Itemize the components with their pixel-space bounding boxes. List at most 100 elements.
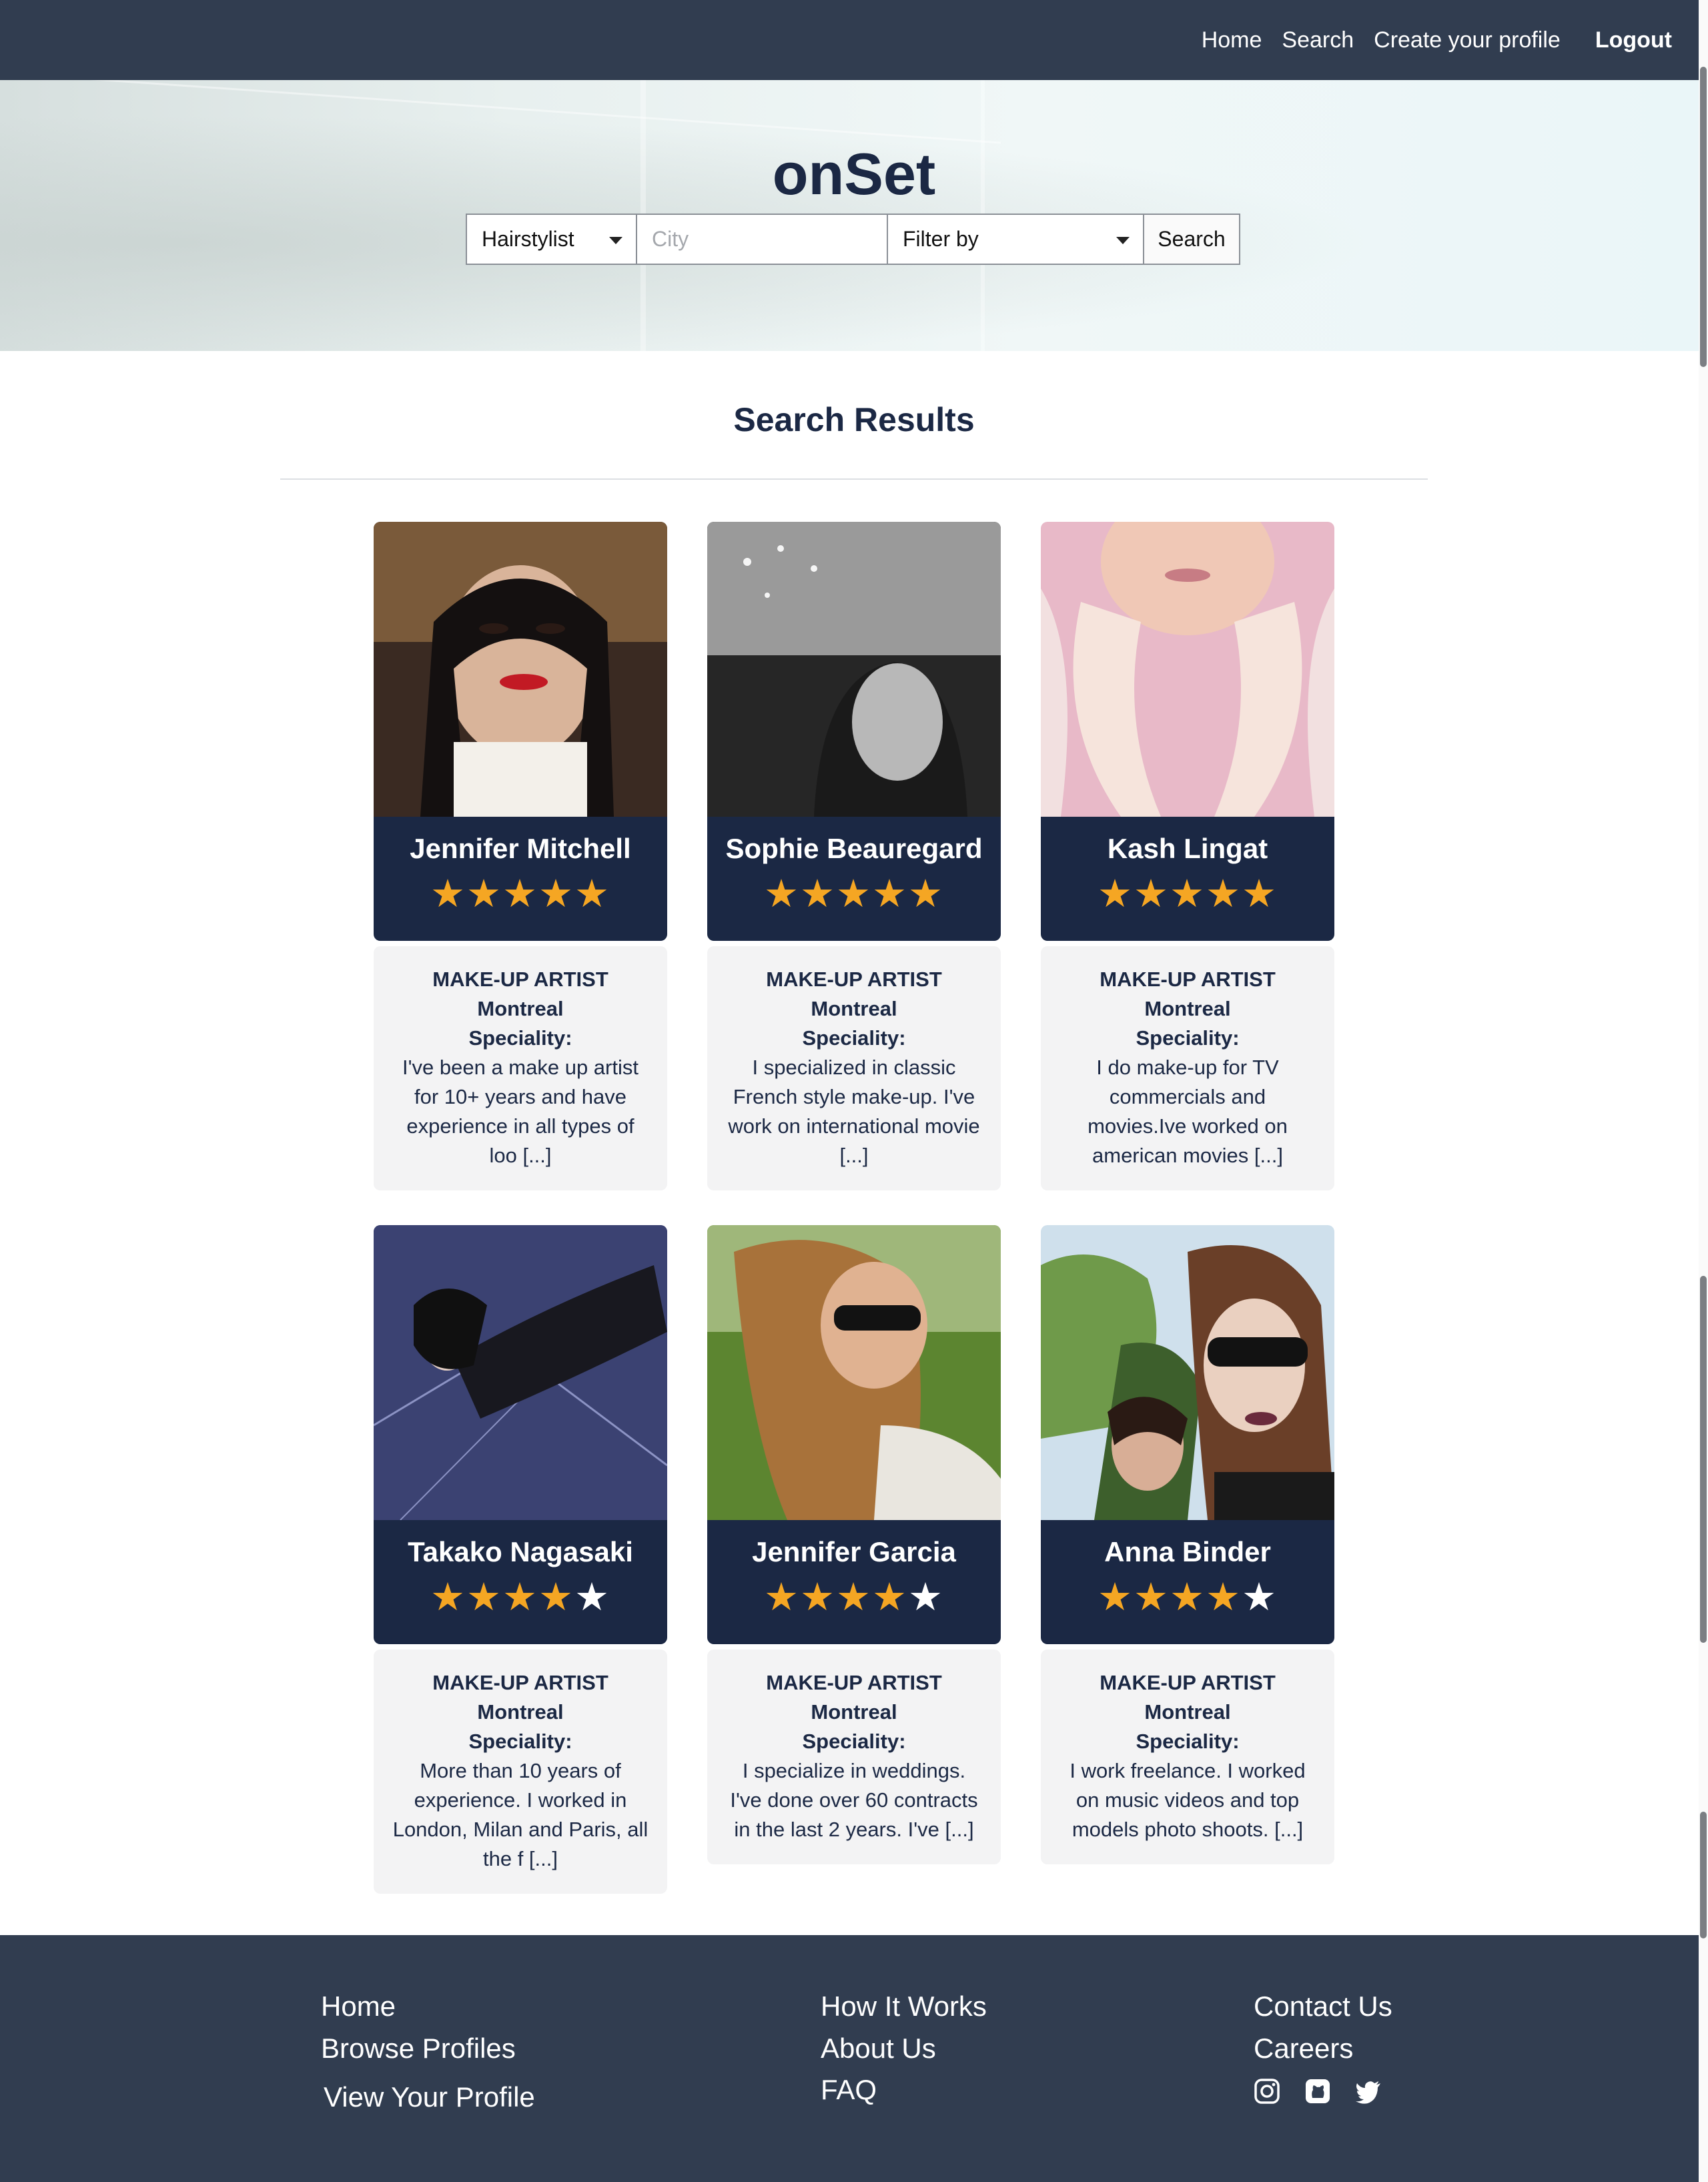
card-header: Sophie Beauregard ★★★★★	[707, 817, 1001, 941]
star-filled-icon: ★	[1170, 872, 1206, 916]
star-filled-icon: ★	[466, 1575, 502, 1619]
star-empty-icon: ★	[908, 1575, 944, 1619]
speciality-label: Speciality:	[802, 1730, 906, 1753]
star-rating: ★★★★★	[707, 1577, 1001, 1617]
caret-down-icon	[1116, 237, 1130, 244]
speciality-label: Speciality:	[468, 1730, 572, 1753]
scrollbar-thumb[interactable]	[1700, 1812, 1707, 1938]
footer-contact-link[interactable]: Contact Us	[1254, 1990, 1392, 2023]
instagram-icon[interactable]	[1254, 2078, 1280, 2105]
card-details: MAKE-UP ARTIST Montreal Speciality: I sp…	[707, 1650, 1001, 1864]
footer-how-it-works-link[interactable]: How It Works	[821, 1990, 987, 2023]
star-filled-icon: ★	[800, 1575, 836, 1619]
social-links	[1254, 2078, 1406, 2105]
star-filled-icon: ★	[908, 872, 944, 916]
card-header: Jennifer Garcia ★★★★★	[707, 1520, 1001, 1644]
profile-photo[interactable]	[374, 522, 667, 817]
footer-browse-profiles-link[interactable]: Browse Profiles	[321, 2033, 516, 2065]
twitter-icon[interactable]	[1355, 2078, 1382, 2105]
star-filled-icon: ★	[1134, 872, 1170, 916]
search-button[interactable]: Search	[1143, 214, 1240, 265]
star-rating: ★★★★★	[1041, 874, 1334, 914]
scrollbar-thumb[interactable]	[1700, 67, 1707, 367]
card-details: MAKE-UP ARTIST Montreal Speciality: More…	[374, 1650, 667, 1894]
profile-role: MAKE-UP ARTIST	[1100, 968, 1276, 991]
scrollbar-thumb[interactable]	[1700, 1276, 1707, 1643]
speciality-label: Speciality:	[468, 1026, 572, 1050]
profile-role: MAKE-UP ARTIST	[766, 968, 942, 991]
star-filled-icon: ★	[836, 872, 872, 916]
star-filled-icon: ★	[574, 872, 610, 916]
profile-description: I work freelance. I worked on music vide…	[1070, 1759, 1306, 1841]
star-rating: ★★★★★	[374, 874, 667, 914]
star-filled-icon: ★	[1206, 872, 1242, 916]
star-filled-icon: ★	[466, 872, 502, 916]
card-header: Takako Nagasaki ★★★★★	[374, 1520, 667, 1644]
footer-careers-link[interactable]: Careers	[1254, 2033, 1353, 2065]
footer-view-profile-link[interactable]: View Your Profile	[324, 2081, 535, 2113]
profile-name: Takako Nagasaki	[408, 1536, 633, 1567]
profile-role: MAKE-UP ARTIST	[432, 1671, 608, 1694]
star-rating: ★★★★★	[707, 874, 1001, 914]
nav-search-link[interactable]: Search	[1282, 27, 1354, 53]
nav-links: Home Search Create your profile Logout	[1182, 0, 1672, 80]
footer-home-link[interactable]: Home	[321, 1990, 396, 2023]
nav-logout-link[interactable]: Logout	[1595, 27, 1672, 53]
profile-description: I specialize in weddings. I've done over…	[730, 1759, 978, 1841]
profile-photo[interactable]	[1041, 1225, 1334, 1520]
profile-city: Montreal	[1144, 997, 1231, 1020]
profile-name: Sophie Beauregard	[725, 833, 983, 864]
filter-select[interactable]: Filter by	[887, 214, 1144, 265]
card-details: MAKE-UP ARTIST Montreal Speciality: I wo…	[1041, 1650, 1334, 1864]
card-details: MAKE-UP ARTIST Montreal Speciality: I do…	[1041, 946, 1334, 1190]
star-filled-icon: ★	[764, 1575, 800, 1619]
card-details: MAKE-UP ARTIST Montreal Speciality: I've…	[374, 946, 667, 1190]
profile-city: Montreal	[477, 1700, 564, 1724]
speciality-label: Speciality:	[1136, 1730, 1240, 1753]
profile-description: I do make-up for TV commercials and movi…	[1088, 1056, 1288, 1167]
caret-down-icon	[609, 237, 622, 244]
star-filled-icon: ★	[430, 872, 466, 916]
star-filled-icon: ★	[872, 872, 908, 916]
results-divider	[280, 478, 1428, 480]
role-select[interactable]: Hairstylist	[466, 214, 637, 265]
profile-card[interactable]: Jennifer Garcia ★★★★★ MAKE-UP ARTIST Mon…	[707, 1225, 1001, 1864]
nav-create-profile-link[interactable]: Create your profile	[1374, 27, 1561, 53]
profile-description: More than 10 years of experience. I work…	[392, 1759, 649, 1870]
profile-card[interactable]: Kash Lingat ★★★★★ MAKE-UP ARTIST Montrea…	[1041, 522, 1334, 1190]
search-bar: Hairstylist City Filter by Search	[466, 214, 1240, 265]
star-filled-icon: ★	[538, 1575, 574, 1619]
profile-city: Montreal	[1144, 1700, 1231, 1724]
hero-banner: onSet Hairstylist City Filter by Search	[0, 80, 1708, 351]
role-select-value: Hairstylist	[482, 227, 574, 251]
speciality-label: Speciality:	[1136, 1026, 1240, 1050]
star-filled-icon: ★	[1098, 872, 1134, 916]
star-filled-icon: ★	[1206, 1575, 1242, 1619]
star-rating: ★★★★★	[1041, 1577, 1334, 1617]
profile-description: I've been a make up artist for 10+ years…	[402, 1056, 638, 1167]
profile-city: Montreal	[811, 997, 897, 1020]
profile-photo[interactable]	[1041, 522, 1334, 817]
profile-card[interactable]: Sophie Beauregard ★★★★★ MAKE-UP ARTIST M…	[707, 522, 1001, 1190]
profile-card[interactable]: Jennifer Mitchell ★★★★★ MAKE-UP ARTIST M…	[374, 522, 667, 1190]
profile-description: I specialized in classic French style ma…	[728, 1056, 980, 1167]
github-icon[interactable]	[1304, 2078, 1331, 2105]
nav-home-link[interactable]: Home	[1202, 27, 1262, 53]
footer-about-link[interactable]: About Us	[821, 2033, 936, 2065]
profile-card[interactable]: Anna Binder ★★★★★ MAKE-UP ARTIST Montrea…	[1041, 1225, 1334, 1864]
profile-photo[interactable]	[374, 1225, 667, 1520]
star-filled-icon: ★	[1242, 872, 1278, 916]
star-rating: ★★★★★	[374, 1577, 667, 1617]
profile-card[interactable]: Takako Nagasaki ★★★★★ MAKE-UP ARTIST Mon…	[374, 1225, 667, 1894]
footer-faq-link[interactable]: FAQ	[821, 2074, 877, 2106]
results-title: Search Results	[733, 401, 975, 438]
star-filled-icon: ★	[764, 872, 800, 916]
card-header: Kash Lingat ★★★★★	[1041, 817, 1334, 941]
profile-photo[interactable]	[707, 522, 1001, 817]
profile-name: Jennifer Garcia	[752, 1536, 956, 1567]
page-scrollbar[interactable]	[1699, 0, 1708, 2182]
profile-photo[interactable]	[707, 1225, 1001, 1520]
city-input[interactable]: City	[636, 214, 888, 265]
profile-name: Kash Lingat	[1107, 833, 1268, 864]
star-filled-icon: ★	[872, 1575, 908, 1619]
